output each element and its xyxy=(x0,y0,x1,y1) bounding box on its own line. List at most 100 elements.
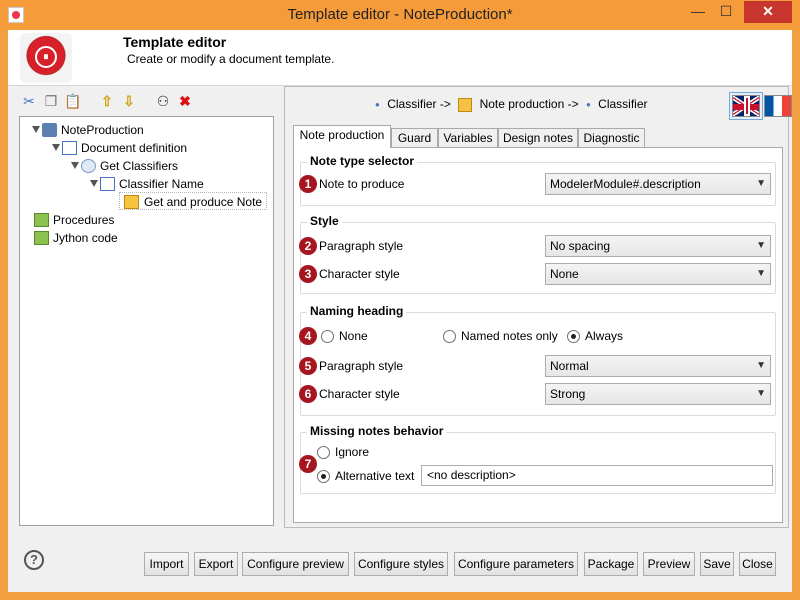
naming-paragraph-style-label: Paragraph style xyxy=(319,359,404,373)
button-bar: ? Import Export Configure preview Config… xyxy=(8,540,792,592)
package-icon xyxy=(42,123,57,137)
chevron-down-icon: ▼ xyxy=(756,360,766,371)
paragraph-style-label: Paragraph style xyxy=(319,239,404,253)
scissors-icon[interactable]: ✂ xyxy=(20,92,38,110)
breadcrumb-classifier-target[interactable]: Classifier xyxy=(598,97,647,111)
group-title: Missing notes behavior xyxy=(307,424,447,438)
tree-item-noteproduction[interactable]: NoteProduction xyxy=(32,121,192,139)
naming-none-radio[interactable] xyxy=(321,330,334,343)
configure-styles-button[interactable]: Configure styles xyxy=(354,552,448,576)
search-icon xyxy=(81,159,96,173)
french-flag-button[interactable] xyxy=(764,95,792,117)
paragraph-style-select[interactable]: No spacing ▼ xyxy=(545,235,771,257)
document-icon xyxy=(62,141,77,155)
save-button[interactable]: Save xyxy=(700,552,734,576)
tree-item-classifier-name[interactable]: Classifier Name xyxy=(90,175,240,193)
arrow-up-icon[interactable]: ⇧ xyxy=(98,92,116,110)
tree-item-get-and-produce-note[interactable]: Get and produce Note xyxy=(119,192,267,210)
tree-item-jython-code[interactable]: Jython code xyxy=(34,229,184,247)
select-value: None xyxy=(550,267,579,281)
alternative-text-input[interactable]: <no description> xyxy=(421,465,773,486)
style-group: Style 2 Paragraph style No spacing ▼ 3 Ch… xyxy=(299,214,776,294)
naming-heading-group: Naming heading 4 None Named notes only A… xyxy=(299,304,776,416)
bullet-icon: ● xyxy=(375,100,380,110)
tree-item-procedures[interactable]: Procedures xyxy=(34,211,184,229)
tree-item-label: Document definition xyxy=(81,141,188,155)
chevron-down-icon: ▼ xyxy=(756,268,766,279)
step-badge: 4 xyxy=(299,327,317,345)
copy-icon[interactable]: ❐ xyxy=(42,92,60,110)
tree-item-get-classifiers[interactable]: Get Classifiers xyxy=(71,157,221,175)
tab-note-production[interactable]: Note production xyxy=(293,125,391,148)
window-title: Template editor - NoteProduction* xyxy=(287,6,513,23)
package-button[interactable]: Package xyxy=(584,552,638,576)
note-icon xyxy=(124,195,139,209)
collapse-icon[interactable] xyxy=(90,180,98,187)
tab-design-notes[interactable]: Design notes xyxy=(498,128,578,147)
editor-frame: ● Classifier -> Note production -> ● Cla… xyxy=(284,86,792,528)
application-window: Template editor - NoteProduction* — ☐ ✕ … xyxy=(0,0,800,600)
step-badge: 7 xyxy=(299,455,317,473)
folder-icon xyxy=(34,213,49,227)
close-window-button[interactable]: ✕ xyxy=(744,1,792,23)
binoculars-icon[interactable]: ⚇ xyxy=(154,92,172,110)
configure-parameters-button[interactable]: Configure parameters xyxy=(454,552,578,576)
step-badge: 1 xyxy=(299,175,317,193)
tree-item-label: NoteProduction xyxy=(61,123,144,137)
collapse-icon[interactable] xyxy=(32,126,40,133)
preview-button[interactable]: Preview xyxy=(643,552,695,576)
bullet-icon: ● xyxy=(585,100,591,110)
collapse-icon[interactable] xyxy=(71,162,79,169)
close-button[interactable]: Close xyxy=(739,552,776,576)
naming-named-only-label: Named notes only xyxy=(461,329,558,343)
select-value: ModelerModule#.description xyxy=(550,177,701,191)
paste-icon[interactable]: 📋 xyxy=(64,92,82,110)
delete-icon[interactable]: ✖ xyxy=(176,92,194,110)
minimize-button[interactable]: — xyxy=(684,1,712,23)
logo-icon: ⏸ xyxy=(20,33,72,83)
tree-panel: ✂ ❐ 📋 ⇧ ⇩ ⚇ ✖ NoteProduction Document de… xyxy=(16,86,276,528)
note-icon xyxy=(458,97,473,112)
help-icon[interactable]: ? xyxy=(24,550,44,570)
note-type-group: Note type selector 1 Note to produce Mod… xyxy=(299,154,776,206)
breadcrumb-classifier[interactable]: Classifier -> xyxy=(387,97,451,111)
step-badge: 5 xyxy=(299,357,317,375)
select-value: Strong xyxy=(550,387,586,401)
configure-preview-button[interactable]: Configure preview xyxy=(242,552,349,576)
step-badge: 2 xyxy=(299,237,317,255)
tab-diagnostic[interactable]: Diagnostic xyxy=(578,128,645,147)
note-production-tab-content: Note type selector 1 Note to produce Mod… xyxy=(293,147,783,523)
folder-icon xyxy=(34,231,49,245)
naming-none-label: None xyxy=(339,329,368,343)
chevron-down-icon: ▼ xyxy=(756,388,766,399)
tree-item-label: Classifier Name xyxy=(119,177,204,191)
collapse-icon[interactable] xyxy=(52,144,60,151)
dialog-header: ⏸ Template editor Create or modify a doc… xyxy=(8,30,792,86)
naming-paragraph-style-select[interactable]: Normal ▼ xyxy=(545,355,771,377)
note-to-produce-select[interactable]: ModelerModule#.description ▼ xyxy=(545,173,771,195)
naming-character-style-select[interactable]: Strong ▼ xyxy=(545,383,771,405)
ignore-label: Ignore xyxy=(335,445,370,459)
tree-item-document-definition[interactable]: Document definition xyxy=(52,139,222,157)
tree-item-label: Procedures xyxy=(53,213,115,227)
import-button[interactable]: Import xyxy=(144,552,189,576)
note-to-produce-label: Note to produce xyxy=(319,177,405,191)
naming-always-radio[interactable] xyxy=(567,330,580,343)
tab-variables[interactable]: Variables xyxy=(438,128,498,147)
select-value: Normal xyxy=(550,359,589,373)
export-button[interactable]: Export xyxy=(194,552,238,576)
header-subtitle: Create or modify a document template. xyxy=(127,52,335,66)
character-style-select[interactable]: None ▼ xyxy=(545,263,771,285)
uk-flag-icon[interactable] xyxy=(732,95,760,117)
chevron-down-icon: ▼ xyxy=(756,240,766,251)
tab-guard[interactable]: Guard xyxy=(391,128,438,147)
character-style-label: Character style xyxy=(319,267,400,281)
step-badge: 6 xyxy=(299,385,317,403)
breadcrumb-note-production[interactable]: Note production -> xyxy=(480,97,579,111)
maximize-button[interactable]: ☐ xyxy=(712,1,740,23)
naming-named-only-radio[interactable] xyxy=(443,330,456,343)
classifier-icon xyxy=(100,177,115,191)
arrow-down-icon[interactable]: ⇩ xyxy=(120,92,138,110)
alternative-text-radio[interactable] xyxy=(317,470,330,483)
ignore-radio[interactable] xyxy=(317,446,330,459)
